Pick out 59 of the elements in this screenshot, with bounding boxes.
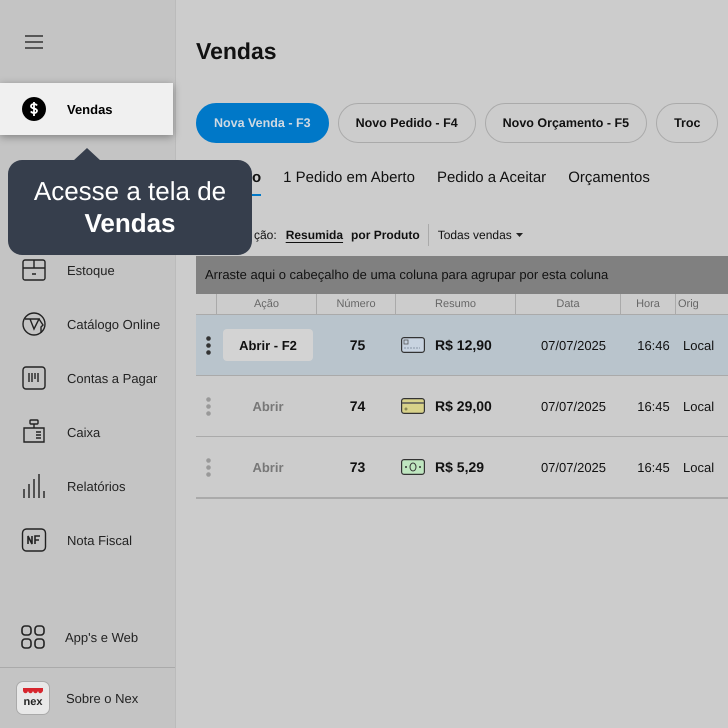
sidebar-item[interactable]: Vendas [0, 83, 173, 135]
tooltip: Acesse a tela de Vendas [8, 160, 252, 255]
column-header[interactable]: Número [316, 294, 395, 314]
table-row[interactable]: Abrir - F2 75 R$ 12,90 07/07/2025 16:46 Local [196, 315, 728, 376]
menu-icon[interactable] [24, 34, 44, 48]
column-header[interactable]: Ação [216, 294, 316, 314]
table-cell-text: 16:46 [636, 338, 671, 352]
table-cell-text: 07/07/2025 [540, 460, 608, 474]
logo-icon: nex [16, 681, 50, 715]
column-header[interactable]: Resumo [395, 294, 515, 314]
menu-item-icon [21, 365, 47, 391]
banknote-icon [401, 459, 425, 475]
menu-item-icon [21, 527, 47, 553]
tab[interactable]: Orçamentos [568, 163, 650, 196]
group-panel: Arraste aqui o cabeçalho de uma coluna para agrupar por esta coluna [196, 256, 728, 294]
menu-item-icon [21, 257, 47, 283]
open-button[interactable]: Abrir - F2 [223, 329, 313, 361]
sidebar-item[interactable]: nex Sobre o Nex [0, 667, 175, 728]
table-cell-text: Local [682, 398, 716, 414]
action-button[interactable]: Troc [656, 103, 718, 143]
filter-dropdown[interactable]: Todas vendas [438, 228, 523, 242]
table-cell-text: 75 [348, 337, 366, 353]
table-cell-text: 16:45 [636, 460, 671, 474]
sidebar-item[interactable]: App's e Web [0, 607, 175, 667]
menu-item-icon [21, 311, 47, 337]
caret-icon [516, 233, 523, 237]
card-icon [401, 398, 425, 414]
menu-item-icon [21, 473, 47, 499]
view-option[interactable]: Resumida [286, 228, 344, 242]
action-button[interactable]: Novo Pedido - F4 [338, 103, 476, 143]
menu-item-icon [21, 96, 47, 122]
tab[interactable]: 1 Pedido em Aberto [283, 163, 415, 196]
action-button[interactable]: Novo Orçamento - F5 [484, 103, 648, 143]
view-option[interactable]: por Produto [351, 228, 420, 242]
view-label: ção: [254, 228, 277, 242]
page-title: Vendas [196, 37, 278, 66]
grid-icon [21, 625, 45, 649]
sidebar-item[interactable]: Contas a Pagar [0, 351, 175, 405]
more-icon[interactable] [206, 336, 210, 354]
column-header[interactable]: Orig [675, 294, 728, 314]
amount-text: R$ 29,00 [435, 398, 492, 414]
sidebar-item[interactable]: Catálogo Online [0, 297, 175, 351]
amount-text: R$ 12,90 [435, 337, 492, 353]
table-cell-text: 07/07/2025 [540, 398, 608, 414]
amount-text: R$ 5,29 [435, 459, 484, 475]
table-cell-text: 07/07/2025 [540, 338, 608, 352]
tab[interactable]: Pedido a Aceitar [436, 163, 546, 196]
table-cell-text: 74 [348, 398, 366, 414]
table-cell-text: 16:45 [636, 398, 671, 414]
table-cell-text: Local [682, 460, 716, 474]
table-cell-text: 73 [348, 459, 366, 475]
sidebar-item[interactable]: Relatórios [0, 459, 175, 513]
menu-item-icon [21, 419, 47, 445]
column-header[interactable]: Data [515, 294, 620, 314]
card-icon [401, 337, 425, 353]
sidebar-item[interactable]: Caixa [0, 405, 175, 459]
sidebar-item[interactable]: Nota Fiscal [0, 513, 175, 567]
column-header[interactable]: Hora [620, 294, 675, 314]
table-cell-text: Local [682, 338, 716, 352]
